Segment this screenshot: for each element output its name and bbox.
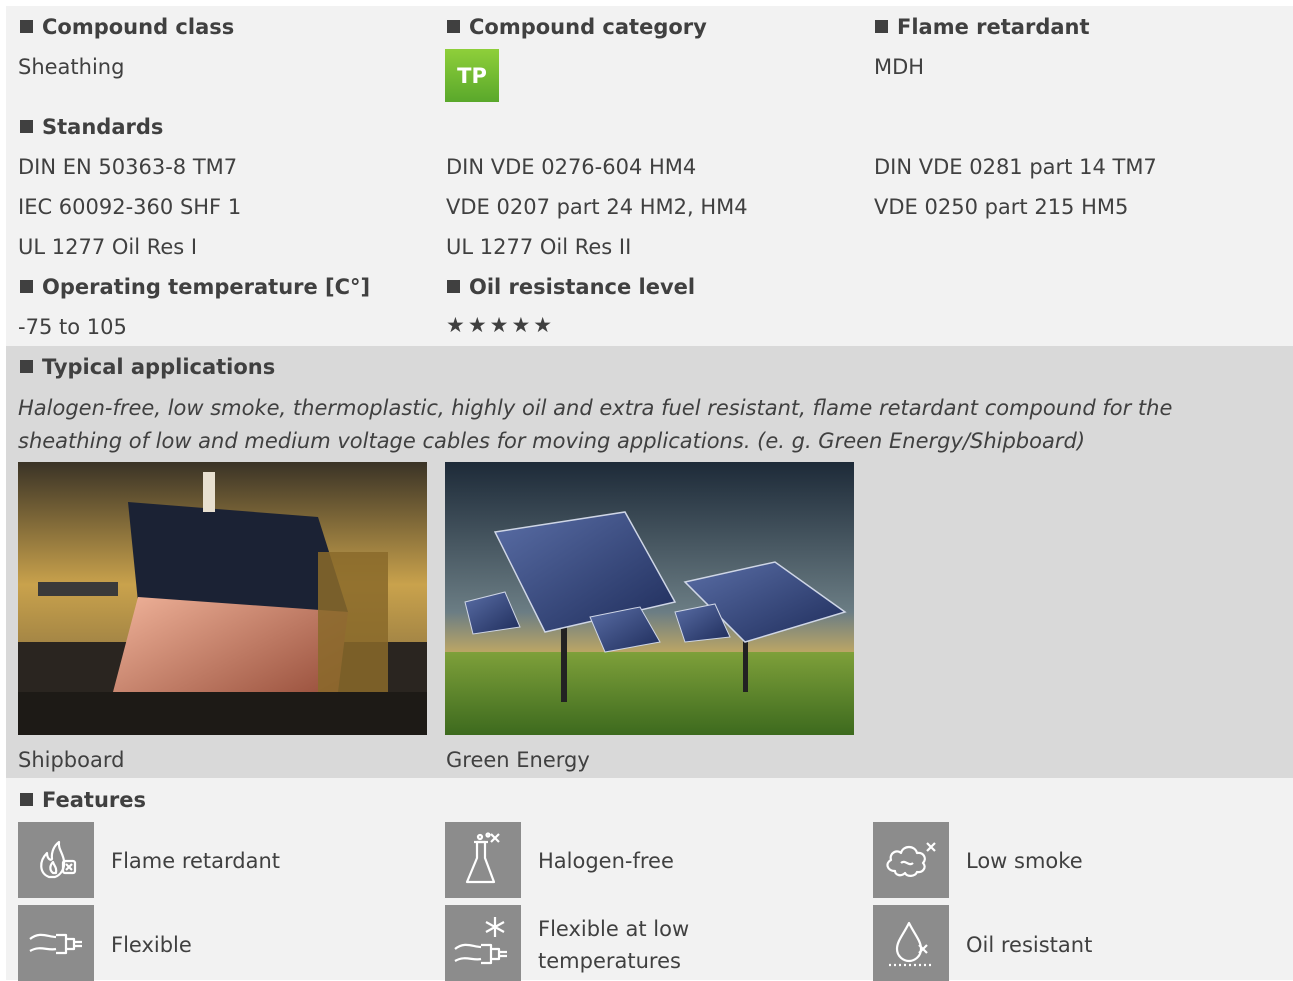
shipboard-caption: Shipboard	[18, 748, 125, 772]
compound-class-heading: Compound class	[20, 13, 234, 41]
bullet-square-icon	[20, 120, 33, 133]
solar-panels-photo	[445, 462, 854, 735]
typical-applications-heading: Typical applications	[20, 353, 275, 381]
operating-temperature-value: -75 to 105	[18, 315, 127, 339]
bullet-square-icon	[20, 20, 33, 33]
features-heading: Features	[20, 786, 146, 814]
standards-heading: Standards	[20, 113, 163, 141]
bullet-square-icon	[20, 793, 33, 806]
green-energy-caption: Green Energy	[446, 748, 590, 772]
feature-label-oil-resistant: Oil resistant	[966, 933, 1093, 957]
standard-item: VDE 0207 part 24 HM2, HM4	[446, 195, 748, 219]
flask-icon	[445, 822, 521, 898]
standard-item: VDE 0250 part 215 HM5	[874, 195, 1129, 219]
feature-label-flexible: Flexible	[111, 933, 192, 957]
standard-item: UL 1277 Oil Res II	[446, 235, 632, 259]
standard-item: UL 1277 Oil Res I	[18, 235, 198, 259]
feature-label-halogen-free: Halogen-free	[538, 849, 674, 873]
cable-icon	[18, 905, 94, 981]
feature-label-flame-retardant: Flame retardant	[111, 849, 281, 873]
compound-category-heading: Compound category	[447, 13, 707, 41]
compound-class-value: Sheathing	[18, 55, 125, 79]
standard-item: IEC 60092-360 SHF 1	[18, 195, 242, 219]
feature-label-flexible-low-temp: Flexible at low temperatures	[538, 917, 690, 973]
flame-icon	[18, 822, 94, 898]
standard-item: DIN EN 50363-8 TM7	[18, 155, 238, 179]
oil-resistance-heading: Oil resistance level	[447, 273, 695, 301]
bullet-square-icon	[447, 280, 460, 293]
flame-retardant-value: MDH	[874, 55, 925, 79]
bullet-square-icon	[20, 360, 33, 373]
smoke-icon	[873, 822, 949, 898]
standard-item: DIN VDE 0281 part 14 TM7	[874, 155, 1157, 179]
oil-drop-icon	[873, 905, 949, 981]
bullet-square-icon	[447, 20, 460, 33]
oil-resistance-stars: ★★★★★	[446, 313, 556, 337]
snowflake-cable-icon	[445, 905, 521, 981]
standard-item: DIN VDE 0276-604 HM4	[446, 155, 697, 179]
compound-category-badge: TP	[445, 49, 499, 102]
flame-retardant-heading: Flame retardant	[875, 13, 1090, 41]
bullet-square-icon	[875, 20, 888, 33]
bullet-square-icon	[20, 280, 33, 293]
operating-temperature-heading: Operating temperature [C°]	[20, 273, 370, 301]
ship-photo	[18, 462, 427, 735]
feature-label-low-smoke: Low smoke	[966, 849, 1083, 873]
applications-description: Halogen-free, low smoke, thermoplastic, …	[18, 396, 1173, 453]
